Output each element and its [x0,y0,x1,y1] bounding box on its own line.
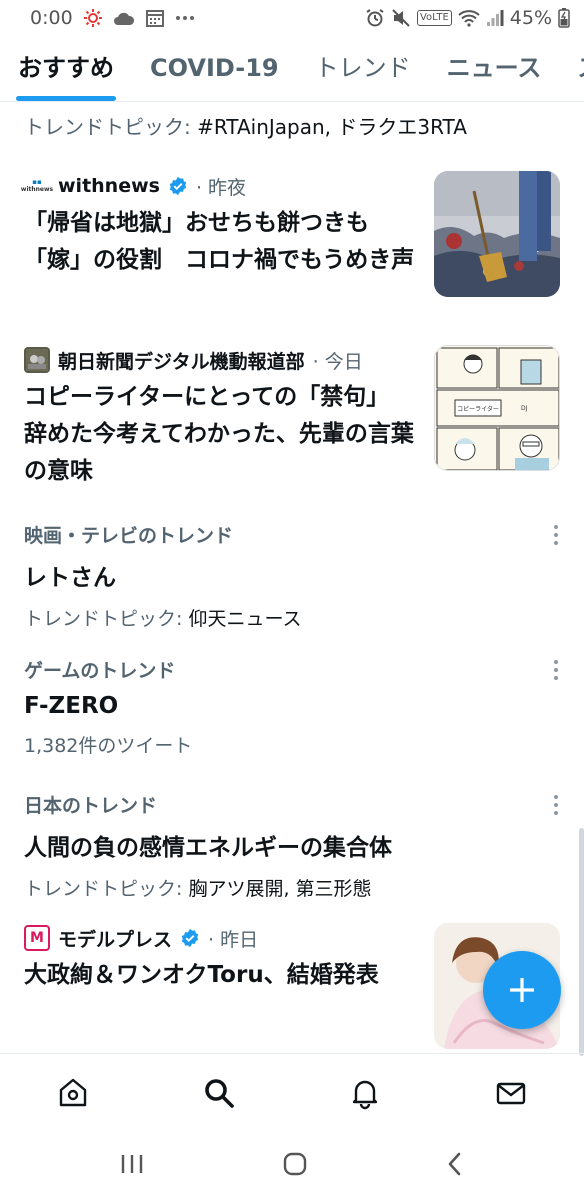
explore-feed: トレンドトピック: #RTAinJapan, ドラクエ3RTA ▪▪ withne… [0,103,584,1053]
trend-context: 映画・テレビのトレンド [24,525,234,547]
comic-name: DJ [521,405,528,412]
more-options-icon[interactable] [552,660,560,680]
cloud-icon [113,10,135,26]
trend-title: 人間の負の感情エネルギーの集合体 [24,835,392,861]
verified-badge-icon [181,928,199,948]
system-home-button[interactable] [282,1151,308,1181]
tab-for-you[interactable]: おすすめ [0,40,132,101]
verified-badge-icon [169,176,187,196]
signal-icon [486,9,504,27]
trend-title: F-ZERO [24,693,119,719]
trend-item[interactable]: 日本のトレンド 人間の負の感情エネルギーの集合体 トレンドトピック: 胸アツ展開… [24,791,560,901]
news-thumbnail-image: コピーライター DJ [434,345,560,471]
news-headline: コピーライターにとっての「禁句」 辞めた今考えてわかった、先輩の言葉の意味 [24,384,414,484]
tab-covid19[interactable]: COVID-19 [132,40,297,101]
tab-news[interactable]: ニュース [429,40,560,101]
wifi-icon [458,9,480,27]
modelpress-logo: M [24,925,50,951]
back-button[interactable] [445,1151,465,1181]
source-name: 朝日新聞デジタル機動報道部 [58,350,305,373]
recents-icon [121,1154,142,1173]
plus-icon [510,978,534,1002]
news-headline: 「帰省は地獄」おせちも餅つきも「嫁」の役割 コロナ禍でもうめき声 [24,210,415,273]
tab-trending[interactable]: トレンド [297,40,429,101]
trend-context: 日本のトレンド [24,795,158,817]
more-options-icon[interactable] [552,525,560,545]
clock: 0:00 [30,7,73,29]
asahi-avatar [24,347,50,373]
compose-tweet-button[interactable] [483,951,561,1029]
explore-tab-bar: おすすめ COVID-19 トレンド ニュース スポ [0,40,584,102]
comic-caption: コピーライター [457,405,499,413]
status-bar: 0:00 VoLTE 45% [0,0,584,36]
topic-prefix: トレンドトピック: [24,115,198,139]
back-icon [449,1152,461,1175]
trend-meta: トレンドトピック: 仰天ニュース [24,608,302,630]
mail-icon [496,1082,526,1104]
post-time: · 今日 [312,350,363,373]
tab-sports[interactable]: スポ [559,40,584,101]
battery-charging-icon [558,8,570,28]
trend-title: レトさん [24,565,116,591]
volte-icon: VoLTE [416,10,452,26]
trend-topic-line[interactable]: トレンドトピック: #RTAinJapan, ドラクエ3RTA [24,111,467,140]
withnews-logo: ▪▪ withnews [20,178,54,193]
trend-item[interactable]: ゲームのトレンド F-ZERO 1,382件のツイート [24,656,560,758]
trend-item[interactable]: 映画・テレビのトレンド レトさん トレンドトピック: 仰天ニュース [24,521,560,631]
news-card[interactable]: 朝日新聞デジタル機動報道部 · 今日 コピーライターにとっての「禁句」 辞めた今… [24,345,560,490]
source-name: モデルプレス [58,928,173,951]
bell-icon [352,1080,378,1109]
trend-meta: トレンドトピック: 胸アツ展開, 第三形態 [24,878,372,900]
mute-icon [391,8,411,28]
news-thumbnail-image [434,171,560,297]
calendar-icon [145,8,165,28]
recents-button[interactable] [119,1152,145,1180]
bottom-navigation [0,1053,584,1131]
post-time: · 昨日 [208,928,259,951]
home-icon [59,1078,87,1106]
sun-icon [83,8,103,28]
system-navigation-bar [0,1131,584,1200]
nav-home-button[interactable] [43,1063,103,1123]
trend-meta: 1,382件のツイート [24,735,193,757]
source-name: withnews [58,175,160,197]
trend-context: ゲームのトレンド [24,660,176,682]
nav-notifications-button[interactable] [335,1063,395,1123]
scroll-indicator [579,828,584,1056]
news-card[interactable]: M モデルプレス · 昨日 大政絢＆ワンオクToru、結婚発表 [24,923,560,1049]
news-headline: 大政絢＆ワンオクToru、結婚発表 [24,962,379,988]
news-card[interactable]: ▪▪ withnews withnews · 昨夜 「帰省は地獄」おせちも餅つきも… [20,171,560,297]
more-notifications-icon [175,15,195,21]
battery-percent: 45% [509,7,552,29]
post-time: · 昨夜 [195,176,247,199]
alarm-icon [365,8,385,28]
topic-values: #RTAinJapan, ドラクエ3RTA [197,115,467,139]
nav-search-button[interactable] [189,1063,249,1123]
nav-messages-button[interactable] [481,1063,541,1123]
search-icon [205,1078,234,1108]
more-options-icon[interactable] [552,795,560,815]
home-circle-icon [283,1152,307,1175]
